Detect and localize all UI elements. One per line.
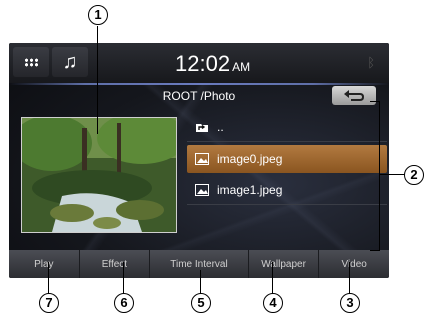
list-item-label: .. [217,120,224,134]
list-item-parent-folder[interactable]: .. [187,113,387,142]
video-button[interactable]: Video [319,250,389,278]
clock: 12:02 AM [175,51,250,77]
callout-2: 2 [404,165,424,185]
callout-line-7 [48,262,49,294]
callout-3: 3 [340,293,360,313]
wallpaper-button[interactable]: Wallpaper [249,250,320,278]
callout-line-5 [200,270,201,294]
callout-line-6 [123,262,124,294]
photo-thumbnail [21,117,177,233]
list-item-label: image1.jpeg [217,183,283,197]
list-item-image0[interactable]: image0.jpeg [187,145,387,173]
top-bar: ♫ 12:02 AM ᛒ [9,43,389,83]
bottom-toolbar: Play Effect Time Interval Wallpaper Vide… [9,250,389,278]
callout-bracket-2-top [370,101,380,102]
file-list: .. image0.jpeg image1.jpeg [187,113,387,208]
music-note-icon: ♫ [62,51,78,73]
image-icon [195,153,209,165]
clock-ampm: AM [232,60,251,74]
callout-line-2 [379,174,405,175]
folder-up-icon [196,124,208,132]
music-source-button[interactable]: ♫ [52,47,88,77]
list-item-image1[interactable]: image1.jpeg [187,176,387,205]
image-icon [195,184,209,196]
back-button[interactable] [332,86,376,105]
play-button[interactable]: Play [9,250,80,278]
bluetooth-icon: ᛒ [367,55,375,70]
callout-line-1 [97,26,98,134]
callout-bracket-2 [379,101,380,250]
clock-time: 12:02 [175,51,231,76]
callout-5: 5 [191,293,211,313]
callout-4: 4 [263,293,283,313]
callout-bracket-2-bottom [370,250,380,251]
callout-6: 6 [114,293,134,313]
menu-grid-button[interactable] [13,47,49,77]
callout-7: 7 [39,293,59,313]
grid-icon [24,57,38,67]
callout-line-3 [349,262,350,294]
effect-button[interactable]: Effect [80,250,151,278]
list-item-label: image0.jpeg [217,152,283,166]
callout-1: 1 [88,5,108,25]
back-arrow-icon [344,89,365,101]
forest-stream-image [22,118,176,232]
callout-line-4 [272,262,273,294]
head-unit-screen: ♫ 12:02 AM ᛒ ROOT /Photo .. image0.jpeg … [9,43,389,278]
